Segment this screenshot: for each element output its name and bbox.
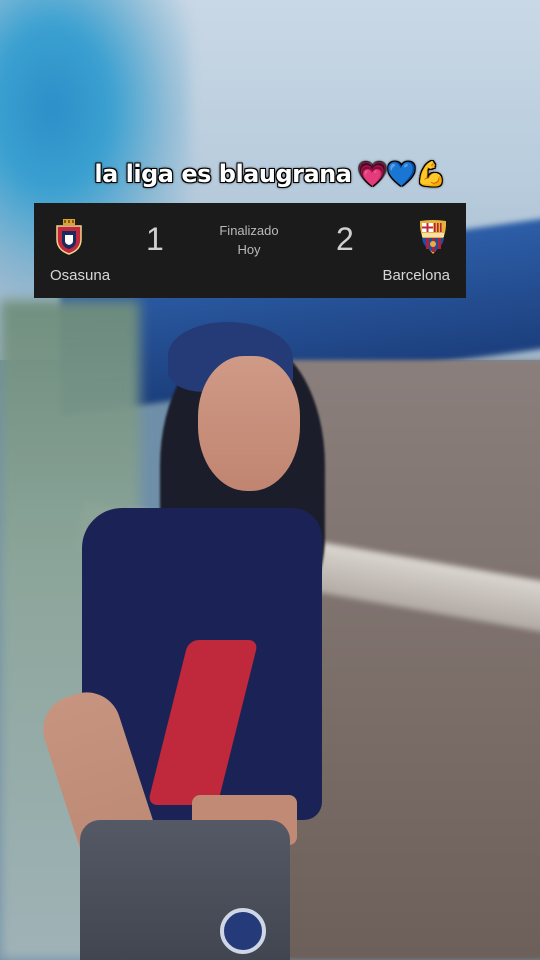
person-face xyxy=(198,356,300,491)
wristwatch xyxy=(220,908,266,954)
osasuna-crest-icon xyxy=(56,219,82,255)
barcelona-crest-icon xyxy=(419,220,447,254)
away-team: Barcelona xyxy=(366,203,466,298)
video-caption: la liga es blaugrana 💗💙💪 xyxy=(0,160,540,188)
caption-emojis: 💗💙💪 xyxy=(357,160,446,188)
match-status-label: Finalizado xyxy=(219,223,279,238)
score-card: Osasuna 1 Finalizado Hoy 2 Barcelona xyxy=(34,203,466,298)
away-score: 2 xyxy=(336,221,354,257)
match-date: Hoy xyxy=(237,242,261,257)
home-score: 1 xyxy=(146,221,164,257)
home-team: Osasuna xyxy=(34,203,134,298)
home-team-name: Osasuna xyxy=(50,267,111,284)
caption-text: la liga es blaugrana xyxy=(94,160,352,188)
away-team-name: Barcelona xyxy=(382,267,450,284)
background-photo xyxy=(0,0,540,960)
match-status: Finalizado Hoy xyxy=(194,221,304,259)
